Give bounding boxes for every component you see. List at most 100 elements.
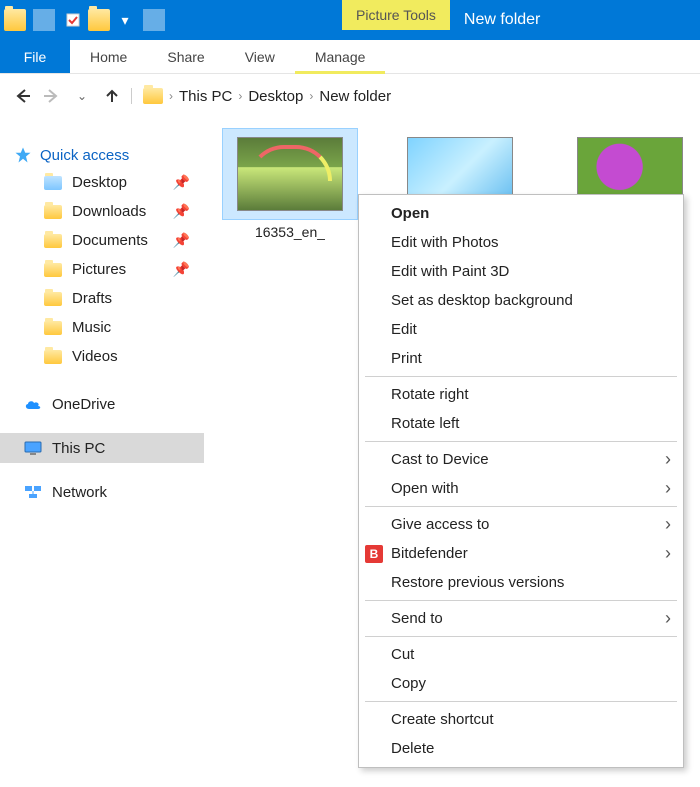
tab-share[interactable]: Share bbox=[147, 40, 224, 73]
chevron-right-icon: › bbox=[665, 608, 671, 629]
titlebar: ▾ Picture Tools New folder bbox=[0, 0, 700, 40]
folder-icon bbox=[44, 321, 62, 335]
sidebar-item-label: Quick access bbox=[40, 147, 129, 164]
pin-icon: 📌 bbox=[173, 174, 190, 191]
ctx-label: Give access to bbox=[391, 516, 489, 533]
ctx-create-shortcut[interactable]: Create shortcut bbox=[359, 705, 683, 734]
chevron-right-icon[interactable]: › bbox=[309, 89, 313, 103]
context-menu: Open Edit with Photos Edit with Paint 3D… bbox=[358, 194, 684, 768]
ctx-print[interactable]: Print bbox=[359, 344, 683, 373]
ctx-rotate-left[interactable]: Rotate left bbox=[359, 409, 683, 438]
ctx-open[interactable]: Open bbox=[359, 199, 683, 228]
tab-home[interactable]: Home bbox=[70, 40, 147, 73]
sidebar-item-label: Downloads bbox=[72, 203, 146, 220]
chevron-right-icon: › bbox=[665, 478, 671, 499]
separator bbox=[143, 9, 165, 31]
folder-icon bbox=[44, 205, 62, 219]
ctx-label: Bitdefender bbox=[391, 545, 468, 562]
separator bbox=[365, 600, 677, 601]
ctx-edit-paint3d[interactable]: Edit with Paint 3D bbox=[359, 257, 683, 286]
pin-icon: 📌 bbox=[173, 232, 190, 249]
folder-icon bbox=[44, 263, 62, 277]
ctx-restore-versions[interactable]: Restore previous versions bbox=[359, 568, 683, 597]
network-icon bbox=[24, 483, 42, 501]
separator bbox=[33, 9, 55, 31]
crumb-new-folder[interactable]: New folder bbox=[319, 88, 391, 105]
chevron-right-icon: › bbox=[665, 449, 671, 470]
sidebar-item-label: Videos bbox=[72, 348, 118, 365]
sidebar-quick-access[interactable]: Quick access bbox=[0, 142, 204, 168]
chevron-right-icon[interactable]: › bbox=[169, 89, 173, 103]
separator bbox=[365, 376, 677, 377]
tab-file[interactable]: File bbox=[0, 40, 70, 73]
chevron-right-icon[interactable]: › bbox=[238, 89, 242, 103]
ctx-open-with[interactable]: Open with › bbox=[359, 474, 683, 503]
new-folder-icon[interactable] bbox=[88, 9, 110, 31]
sidebar-item-network[interactable]: Network bbox=[0, 477, 204, 507]
pc-icon bbox=[24, 439, 42, 457]
sidebar-item-label: OneDrive bbox=[52, 396, 115, 413]
properties-icon[interactable] bbox=[62, 9, 84, 31]
sidebar-item-onedrive[interactable]: OneDrive bbox=[0, 389, 204, 419]
ctx-rotate-right[interactable]: Rotate right bbox=[359, 380, 683, 409]
sidebar-item-this-pc[interactable]: This PC bbox=[0, 433, 204, 463]
nav-back-button[interactable] bbox=[8, 82, 36, 110]
ctx-edit[interactable]: Edit bbox=[359, 315, 683, 344]
onedrive-icon bbox=[24, 395, 42, 413]
window-title: New folder bbox=[464, 11, 540, 29]
sidebar: Quick access Desktop 📌 Downloads 📌 Docum… bbox=[0, 118, 204, 787]
pin-icon: 📌 bbox=[173, 203, 190, 220]
folder-icon[interactable] bbox=[4, 9, 26, 31]
breadcrumb[interactable]: › This PC › Desktop › New folder bbox=[143, 88, 391, 105]
pin-icon: 📌 bbox=[173, 261, 190, 278]
sidebar-item-music[interactable]: Music bbox=[0, 313, 204, 342]
quick-access-toolbar: ▾ bbox=[0, 0, 172, 40]
sidebar-item-drafts[interactable]: Drafts bbox=[0, 284, 204, 313]
ctx-copy[interactable]: Copy bbox=[359, 669, 683, 698]
ctx-set-background[interactable]: Set as desktop background bbox=[359, 286, 683, 315]
sidebar-item-pictures[interactable]: Pictures 📌 bbox=[0, 255, 204, 284]
ctx-cast-to-device[interactable]: Cast to Device › bbox=[359, 445, 683, 474]
folder-icon bbox=[44, 234, 62, 248]
ctx-label: Send to bbox=[391, 610, 443, 627]
ctx-edit-photos[interactable]: Edit with Photos bbox=[359, 228, 683, 257]
separator bbox=[365, 701, 677, 702]
crumb-this-pc[interactable]: This PC bbox=[179, 88, 232, 105]
sidebar-item-label: Network bbox=[52, 484, 107, 501]
bitdefender-icon: B bbox=[365, 545, 383, 563]
nav-forward-button[interactable] bbox=[38, 82, 66, 110]
ctx-label: Cast to Device bbox=[391, 451, 489, 468]
ribbon: File Home Share View Manage bbox=[0, 40, 700, 74]
separator bbox=[365, 636, 677, 637]
nav-up-button[interactable] bbox=[98, 82, 126, 110]
separator bbox=[131, 88, 132, 104]
sidebar-item-label: Documents bbox=[72, 232, 148, 249]
chevron-right-icon: › bbox=[665, 514, 671, 535]
file-thumbnail[interactable]: 16353_en_ bbox=[220, 128, 360, 240]
sidebar-item-videos[interactable]: Videos bbox=[0, 342, 204, 371]
sidebar-item-desktop[interactable]: Desktop 📌 bbox=[0, 168, 204, 197]
sidebar-item-documents[interactable]: Documents 📌 bbox=[0, 226, 204, 255]
sidebar-item-downloads[interactable]: Downloads 📌 bbox=[0, 197, 204, 226]
qat-dropdown-icon[interactable]: ▾ bbox=[114, 9, 136, 31]
ctx-delete[interactable]: Delete bbox=[359, 734, 683, 763]
contextual-tab-label: Picture Tools bbox=[342, 0, 450, 30]
folder-icon bbox=[44, 176, 62, 190]
ctx-give-access-to[interactable]: Give access to › bbox=[359, 510, 683, 539]
sidebar-item-label: Desktop bbox=[72, 174, 127, 191]
folder-icon bbox=[44, 292, 62, 306]
tab-manage[interactable]: Manage bbox=[295, 40, 386, 73]
separator bbox=[365, 441, 677, 442]
image-preview bbox=[237, 137, 343, 211]
file-label: 16353_en_ bbox=[255, 224, 325, 240]
sidebar-item-label: Drafts bbox=[72, 290, 112, 307]
ctx-bitdefender[interactable]: B Bitdefender › bbox=[359, 539, 683, 568]
nav-recent-dropdown[interactable]: ⌄ bbox=[68, 82, 96, 110]
sidebar-item-label: Music bbox=[72, 319, 111, 336]
sidebar-item-label: This PC bbox=[52, 440, 105, 457]
contextual-tab-underline bbox=[295, 71, 386, 74]
tab-view[interactable]: View bbox=[225, 40, 295, 73]
crumb-desktop[interactable]: Desktop bbox=[248, 88, 303, 105]
ctx-cut[interactable]: Cut bbox=[359, 640, 683, 669]
ctx-send-to[interactable]: Send to › bbox=[359, 604, 683, 633]
